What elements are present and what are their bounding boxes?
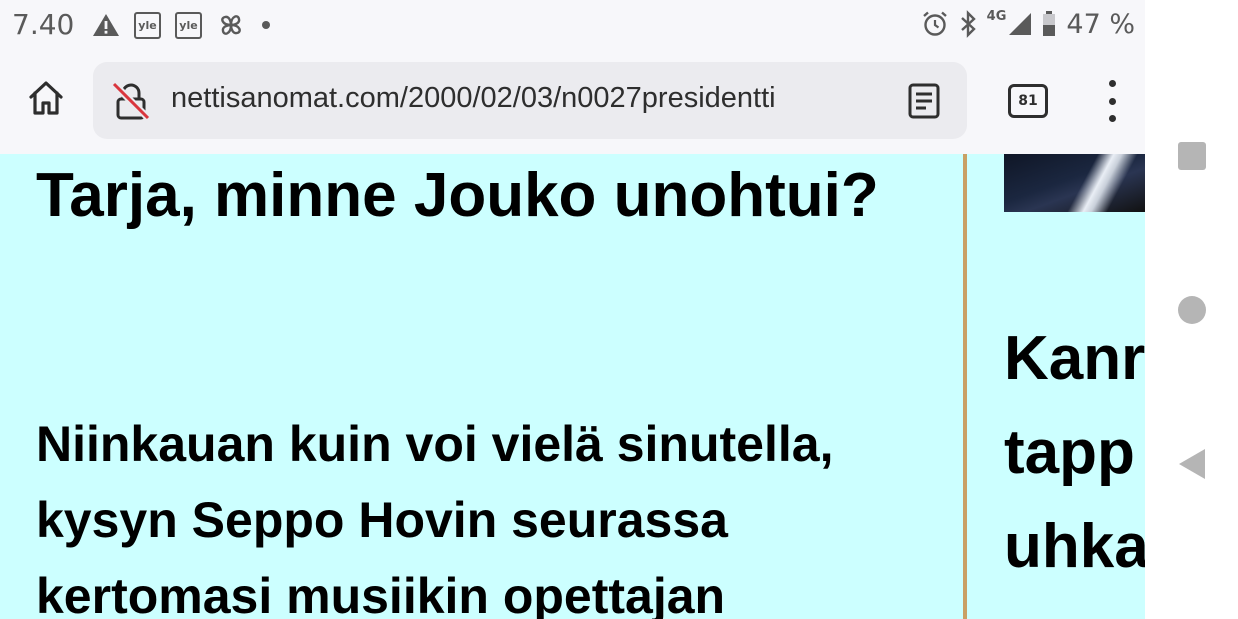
yle-icon: yle [175, 11, 202, 39]
system-navigation-bar [1145, 0, 1238, 619]
article-column: Tarja, minne Jouko unohtui? Niinkauan ku… [0, 154, 963, 619]
url-text[interactable]: nettisanomat.com/2000/02/03/n0027preside… [171, 82, 891, 122]
back-button[interactable] [1176, 448, 1208, 480]
sidebar-photo[interactable] [1004, 154, 1145, 212]
system-home-button[interactable] [1176, 294, 1208, 326]
pinwheel-icon [216, 10, 246, 40]
not-secure-lock-icon [111, 81, 151, 121]
status-time: 7.40 [12, 8, 75, 41]
site-security-button[interactable] [109, 80, 153, 122]
back-triangle-icon [1179, 449, 1205, 479]
more-notifications-dot [262, 21, 270, 29]
web-page: Tarja, minne Jouko unohtui? Niinkauan ku… [0, 154, 1145, 619]
bluetooth-icon [959, 10, 977, 38]
browser-toolbar: nettisanomat.com/2000/02/03/n0027preside… [0, 52, 1145, 154]
menu-dot [1108, 80, 1116, 87]
home-button[interactable] [24, 76, 68, 120]
alarm-icon [921, 10, 949, 38]
battery-percentage: 47 % [1066, 8, 1135, 40]
system-status: 4G 47 % [921, 6, 1135, 42]
battery-icon [1042, 11, 1056, 37]
warning-icon [92, 12, 120, 38]
home-icon [29, 81, 63, 115]
notification-icons: yle yle [92, 10, 270, 40]
reader-mode-button[interactable] [905, 82, 943, 120]
url-bar[interactable]: nettisanomat.com/2000/02/03/n0027preside… [93, 62, 967, 139]
signal-icon [1008, 12, 1032, 36]
tab-switcher-button[interactable]: 81 [1008, 84, 1048, 118]
yle-icon: yle [134, 11, 161, 39]
sidebar-headline[interactable]: Kanr tapp uhka [1004, 312, 1145, 594]
article-headline: Tarja, minne Jouko unohtui? [36, 161, 879, 230]
recent-apps-icon [1178, 142, 1206, 170]
reader-mode-icon [908, 83, 940, 119]
sidebar-column: Kanr tapp uhka [967, 154, 1145, 619]
home-circle-icon [1178, 296, 1206, 324]
phone-screen: 7.40 yle yle 4G 47 % nettisanomat.com/20… [0, 0, 1238, 619]
recent-apps-button[interactable] [1176, 140, 1208, 172]
menu-dot [1108, 97, 1116, 105]
network-type: 4G [986, 8, 1007, 24]
status-bar: 7.40 yle yle 4G 47 % [0, 0, 1145, 52]
menu-dot [1108, 115, 1116, 122]
overflow-menu-icon[interactable] [1094, 80, 1130, 122]
article-lead: Niinkauan kuin voi vielä sinutella, kysy… [36, 416, 834, 619]
